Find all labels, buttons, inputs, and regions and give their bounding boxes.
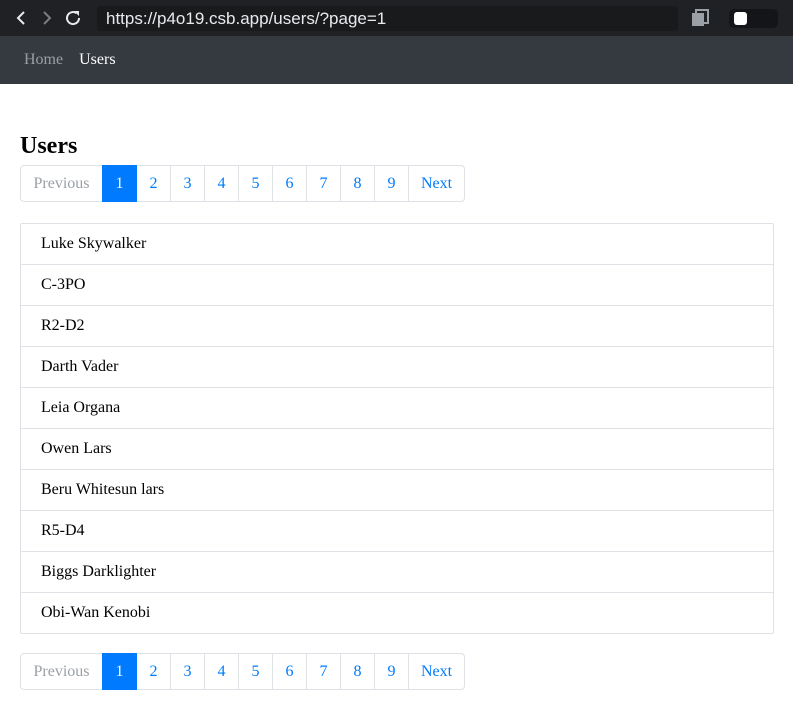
page-button-1[interactable]: 1 — [102, 165, 137, 202]
previous-page-button[interactable]: Previous — [20, 165, 103, 202]
main-content: Users Previous 1 2 3 4 5 6 7 8 9 Next Lu… — [20, 84, 774, 690]
pagination-top: Previous 1 2 3 4 5 6 7 8 9 Next — [20, 165, 774, 202]
list-item[interactable]: R2-D2 — [21, 305, 773, 346]
page-button-7[interactable]: 7 — [306, 165, 341, 202]
page-button-7[interactable]: 7 — [306, 653, 341, 690]
chevron-left-icon — [16, 11, 25, 25]
page-button-2[interactable]: 2 — [136, 165, 171, 202]
page-button-1[interactable]: 1 — [102, 653, 137, 690]
page-button-5[interactable]: 5 — [238, 653, 273, 690]
toggle-knob — [734, 12, 747, 25]
nav-link-users[interactable]: Users — [79, 36, 115, 84]
list-item[interactable]: Obi-Wan Kenobi — [21, 592, 773, 633]
page-button-4[interactable]: 4 — [204, 653, 239, 690]
back-button[interactable] — [8, 0, 34, 36]
users-list: Luke Skywalker C-3PO R2-D2 Darth Vader L… — [20, 223, 774, 634]
copy-url-button[interactable] — [690, 8, 712, 28]
list-item[interactable]: R5-D4 — [21, 510, 773, 551]
next-page-button[interactable]: Next — [408, 165, 465, 202]
list-item[interactable]: Leia Organa — [21, 387, 773, 428]
page-button-9[interactable]: 9 — [374, 653, 409, 690]
page-button-3[interactable]: 3 — [170, 165, 205, 202]
page-title: Users — [20, 133, 78, 159]
reload-button[interactable] — [60, 0, 86, 36]
list-item[interactable]: Beru Whitesun lars — [21, 469, 773, 510]
page-button-3[interactable]: 3 — [170, 653, 205, 690]
page-button-4[interactable]: 4 — [204, 165, 239, 202]
page-button-8[interactable]: 8 — [340, 165, 375, 202]
list-item[interactable]: Owen Lars — [21, 428, 773, 469]
nav-link-home[interactable]: Home — [24, 36, 63, 84]
address-bar[interactable]: https://p4o19.csb.app/users/?page=1 — [97, 6, 678, 31]
copy-icon — [692, 9, 709, 26]
next-page-button[interactable]: Next — [408, 653, 465, 690]
browser-toolbar: https://p4o19.csb.app/users/?page=1 — [0, 0, 793, 36]
pagination-bottom: Previous 1 2 3 4 5 6 7 8 9 Next — [20, 653, 774, 690]
app-navbar: Home Users — [0, 36, 793, 84]
theme-toggle[interactable] — [729, 9, 778, 28]
page-button-6[interactable]: 6 — [272, 653, 307, 690]
list-item[interactable]: Biggs Darklighter — [21, 551, 773, 592]
page-button-6[interactable]: 6 — [272, 165, 307, 202]
list-item[interactable]: Darth Vader — [21, 346, 773, 387]
list-item[interactable]: Luke Skywalker — [21, 224, 773, 264]
list-item[interactable]: C-3PO — [21, 264, 773, 305]
forward-button[interactable] — [34, 0, 60, 36]
page-button-8[interactable]: 8 — [340, 653, 375, 690]
previous-page-button[interactable]: Previous — [20, 653, 103, 690]
page-button-9[interactable]: 9 — [374, 165, 409, 202]
page-button-5[interactable]: 5 — [238, 165, 273, 202]
reload-icon — [66, 11, 81, 26]
chevron-right-icon — [43, 11, 52, 25]
page-button-2[interactable]: 2 — [136, 653, 171, 690]
